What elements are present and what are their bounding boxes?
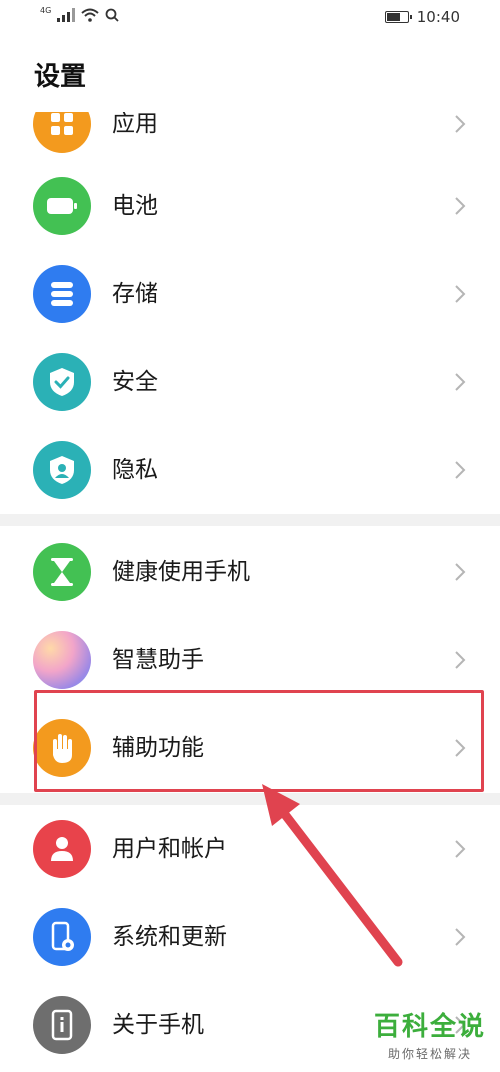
annotation-arrow-icon	[262, 784, 403, 967]
watermark-main: 百科全说	[373, 1012, 486, 1042]
watermark-sub: 助你轻松解决	[387, 1047, 472, 1061]
watermark: 百科全说 助你轻松解决	[374, 1006, 486, 1062]
